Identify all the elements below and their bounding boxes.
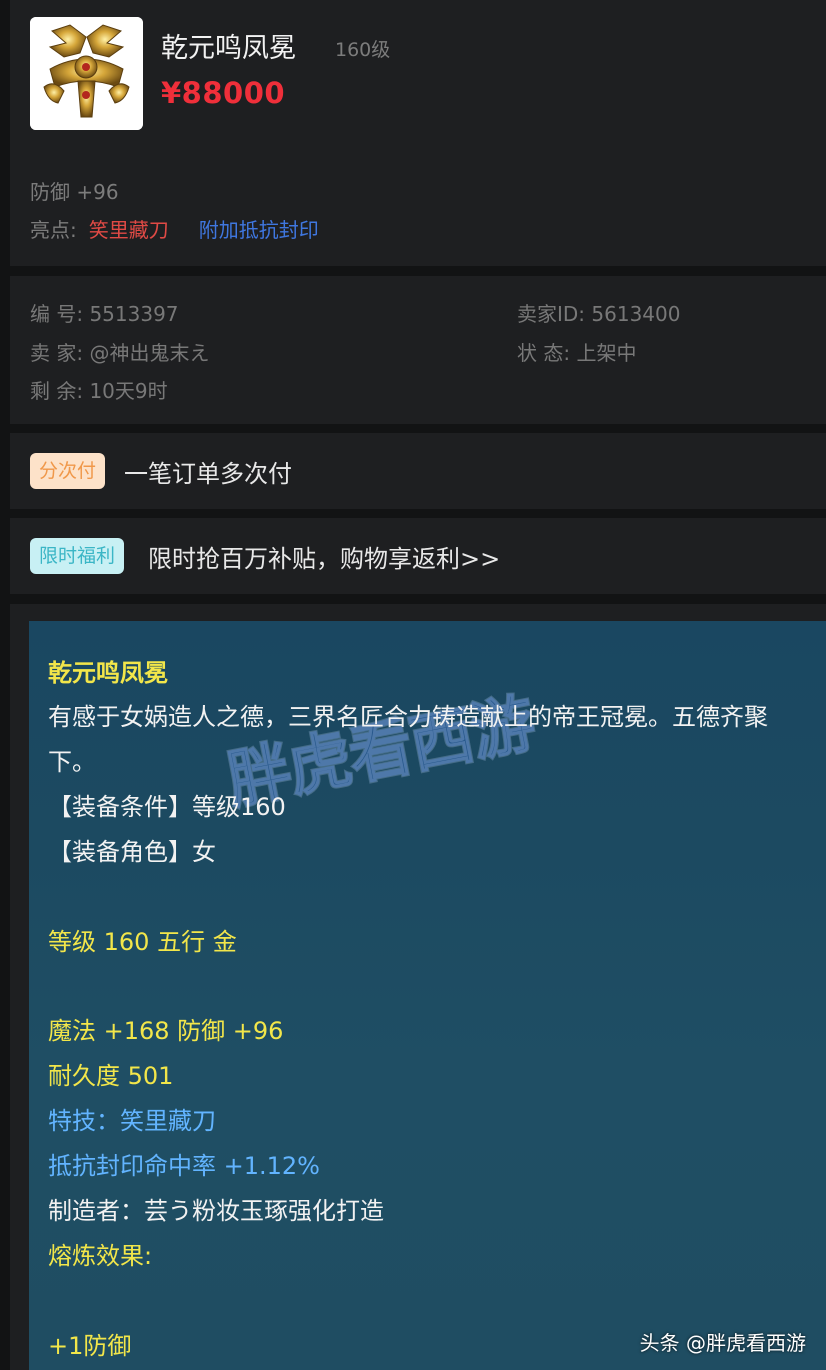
highlights-row: 亮点: 笑里藏刀 附加抵抗封印 (30, 214, 319, 243)
defense-stat: 防御 +96 (30, 180, 119, 204)
listing-info-card: 编 号: 5513397 卖家ID: 5613400 卖 家: @神出鬼末え 状… (10, 276, 826, 424)
promo-badge: 限时福利 (30, 538, 125, 574)
listing-status: 状 态: 上架中 (517, 341, 637, 365)
tooltip-desc-line2: 下。 (48, 748, 96, 776)
highlights-label: 亮点: (30, 218, 77, 242)
item-level: 160级 (335, 39, 391, 61)
tooltip-title: 乾元鸣凤冕 (48, 659, 168, 687)
promo-banner[interactable]: 限时福利 限时抢百万补贴，购物享返利>> (10, 518, 826, 594)
crown-icon (30, 17, 143, 130)
item-price: ¥88000 (161, 76, 286, 110)
highlight-tag-skill[interactable]: 笑里藏刀 (89, 214, 169, 243)
tooltip-req-level: 【装备条件】等级160 (48, 793, 286, 821)
item-detail-card: 胖虎看西游 乾元鸣凤冕 有感于女娲造人之德，三界名匠合力铸造献上的帝王冠冕。五德… (10, 604, 826, 1370)
tooltip-stats: 魔法 +168 防御 +96 (48, 1017, 284, 1045)
tooltip-level-element: 等级 160 五行 金 (48, 928, 237, 956)
highlight-tag-seal-resist[interactable]: 附加抵抗封印 (199, 214, 319, 243)
tooltip-smelt-value: +1防御 (48, 1332, 132, 1360)
item-tooltip: 胖虎看西游 乾元鸣凤冕 有感于女娲造人之德，三界名匠合力铸造献上的帝王冠冕。五德… (29, 621, 826, 1370)
time-remaining: 剩 余: 10天9时 (30, 379, 168, 403)
installment-text: 一笔订单多次付 (124, 460, 292, 488)
item-name: 乾元鸣凤冕 (161, 33, 296, 64)
tooltip-seal-resist: 抵抗封印命中率 +1.12% (48, 1152, 320, 1180)
installment-badge: 分次付 (30, 453, 106, 489)
seller-name[interactable]: 卖 家: @神出鬼末え (30, 337, 209, 366)
seller-id: 卖家ID: 5613400 (517, 302, 681, 326)
tooltip-durability: 耐久度 501 (48, 1062, 174, 1090)
tooltip-smelt-label: 熔炼效果: (48, 1242, 153, 1270)
listing-number: 编 号: 5513397 (30, 302, 179, 326)
tooltip-req-role: 【装备角色】女 (48, 838, 216, 866)
promo-text: 限时抢百万补贴，购物享返利>> (148, 545, 501, 573)
tooltip-skill: 特技：笑里藏刀 (48, 1107, 216, 1135)
tooltip-maker: 制造者：芸う粉妆玉琢强化打造 (48, 1197, 384, 1225)
tooltip-desc-line1: 有感于女娲造人之德，三界名匠合力铸造献上的帝王冠冕。五德齐聚 (48, 703, 768, 731)
source-watermark: 头条 @胖虎看西游 (639, 1331, 806, 1355)
item-summary-card: 乾元鸣凤冕 160级 ¥88000 防御 +96 亮点: 笑里藏刀 附加抵抗封印 (10, 0, 826, 266)
installment-banner[interactable]: 分次付 一笔订单多次付 (10, 433, 826, 509)
item-thumbnail[interactable] (30, 17, 143, 130)
